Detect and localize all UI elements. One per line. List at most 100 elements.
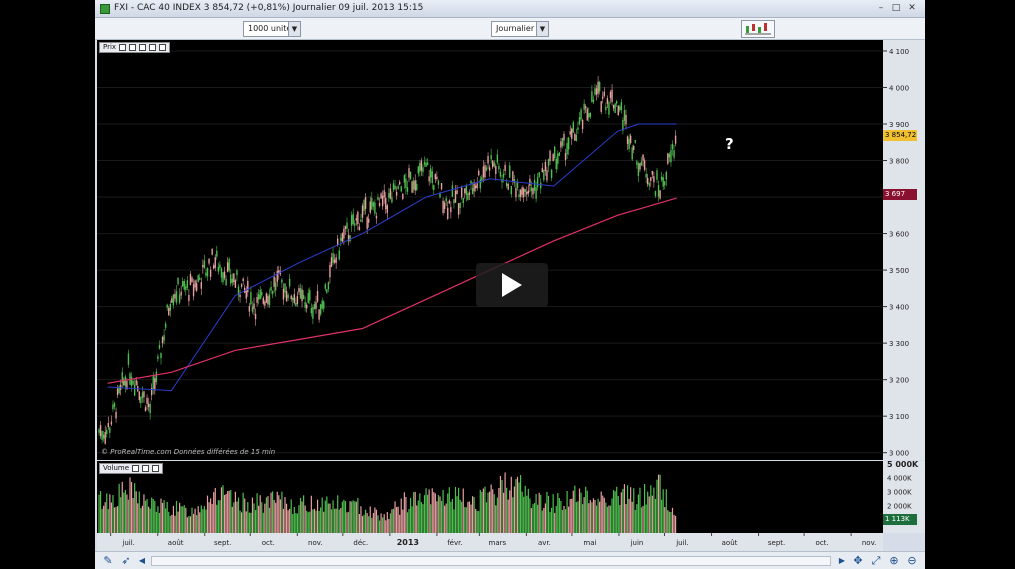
candle-body	[315, 301, 317, 309]
volume-bar	[417, 500, 419, 533]
candle-body	[107, 423, 109, 428]
volume-bar	[360, 506, 362, 533]
candle-body	[368, 218, 370, 223]
zoom-in-icon[interactable]: ⊕	[887, 554, 901, 568]
pan-icon[interactable]: ✥	[851, 554, 865, 568]
candle-body	[532, 188, 534, 195]
volume-bar	[244, 498, 246, 533]
chevron-down-icon[interactable]: ▼	[536, 22, 548, 36]
minimize-button[interactable]: –	[875, 2, 887, 15]
y-tick-label: 4 100	[889, 48, 909, 56]
units-select[interactable]: 1000 unités ▼	[243, 21, 301, 37]
candle-body	[240, 284, 243, 287]
volume-bar	[124, 489, 126, 533]
candle-body	[213, 265, 215, 269]
window-icon[interactable]	[142, 465, 150, 472]
volume-bar	[375, 509, 378, 533]
volume-bar	[541, 510, 543, 533]
volume-chart-panel[interactable]: Volume	[97, 461, 883, 533]
price-chart-panel[interactable]: Prix © ProRealTime.com Données différées…	[97, 40, 883, 460]
expand-icon[interactable]	[159, 44, 167, 51]
volume-bar	[332, 500, 334, 533]
zoom-fit-icon[interactable]: ⤢	[869, 554, 883, 568]
volume-bar	[430, 504, 432, 533]
volume-bar	[324, 500, 326, 533]
close-icon[interactable]	[139, 44, 147, 51]
video-play-button[interactable]	[476, 263, 548, 307]
app-window: FXI - CAC 40 INDEX 3 854,72 (+0,81%) Jou…	[95, 0, 925, 569]
volume-bar	[307, 512, 309, 533]
volume-bar	[326, 496, 328, 533]
zoom-out-icon[interactable]: ⊖	[905, 554, 919, 568]
volume-bar	[152, 499, 154, 533]
volume-bar	[520, 475, 522, 533]
volume-bar	[586, 490, 588, 533]
chevron-down-icon[interactable]: ▼	[288, 22, 300, 36]
candle-body	[326, 289, 328, 293]
candle-body	[478, 170, 480, 176]
volume-bar	[608, 505, 610, 533]
candle-body	[450, 207, 452, 213]
volume-bar	[382, 517, 384, 533]
candle-body	[454, 190, 457, 203]
candle-body	[293, 294, 295, 304]
cursor-icon[interactable]: ➶	[119, 554, 133, 568]
price-chart	[97, 50, 883, 454]
tools-icon[interactable]	[119, 44, 127, 51]
candle-body	[550, 169, 553, 178]
candle-body	[172, 294, 175, 306]
candle-body	[445, 198, 447, 202]
volume-bar	[671, 507, 674, 533]
horizontal-scrollbar[interactable]	[151, 556, 831, 566]
candle-body	[536, 177, 539, 188]
volume-bar	[493, 494, 495, 533]
chart-type-button[interactable]	[741, 20, 775, 38]
volume-bar	[631, 501, 633, 533]
maximize-button[interactable]: □	[890, 2, 902, 15]
volume-bar	[478, 511, 480, 533]
candle-body	[515, 188, 517, 198]
candle-body	[295, 303, 297, 307]
volume-bar	[673, 514, 675, 533]
scroll-right-icon[interactable]: ▶	[835, 554, 849, 568]
volume-bar	[106, 493, 108, 533]
y-tick-label: 3 600	[889, 231, 909, 239]
candle-body	[614, 103, 616, 113]
volume-bar	[389, 513, 391, 533]
pencil-icon[interactable]: ✎	[101, 554, 115, 568]
volume-bar	[293, 506, 295, 533]
volume-bar	[521, 491, 523, 533]
candle-body	[185, 286, 187, 291]
volume-bar	[606, 506, 608, 533]
candle-body	[434, 173, 437, 180]
candle-body	[319, 304, 322, 315]
volume-bar	[414, 491, 416, 533]
volume-bar	[208, 502, 210, 533]
candle-body	[340, 237, 342, 241]
tools-icon[interactable]	[132, 465, 140, 472]
volume-bar	[110, 502, 112, 533]
volume-bar	[213, 492, 215, 533]
volume-bar	[313, 508, 316, 533]
volume-bar	[254, 510, 257, 533]
close-icon[interactable]	[152, 465, 160, 472]
candle-body	[569, 131, 571, 135]
volume-bar	[310, 495, 312, 533]
candle-body	[448, 200, 450, 204]
candle-body	[168, 308, 170, 316]
window-icon[interactable]	[129, 44, 137, 51]
period-select[interactable]: Journalier ▼	[491, 21, 549, 37]
volume-bar	[516, 476, 519, 533]
close-button[interactable]: ✕	[906, 2, 918, 15]
candle-body	[330, 257, 333, 267]
volume-bar	[557, 493, 559, 533]
volume-bar	[330, 509, 333, 533]
volume-bar	[551, 507, 553, 533]
scroll-left-icon[interactable]: ◀	[135, 554, 149, 568]
candle-body	[231, 278, 233, 283]
settings-icon[interactable]	[149, 44, 157, 51]
volume-bar	[653, 487, 655, 533]
volume-bar	[537, 504, 539, 533]
candle-body	[109, 427, 111, 433]
volume-bar	[490, 484, 492, 533]
